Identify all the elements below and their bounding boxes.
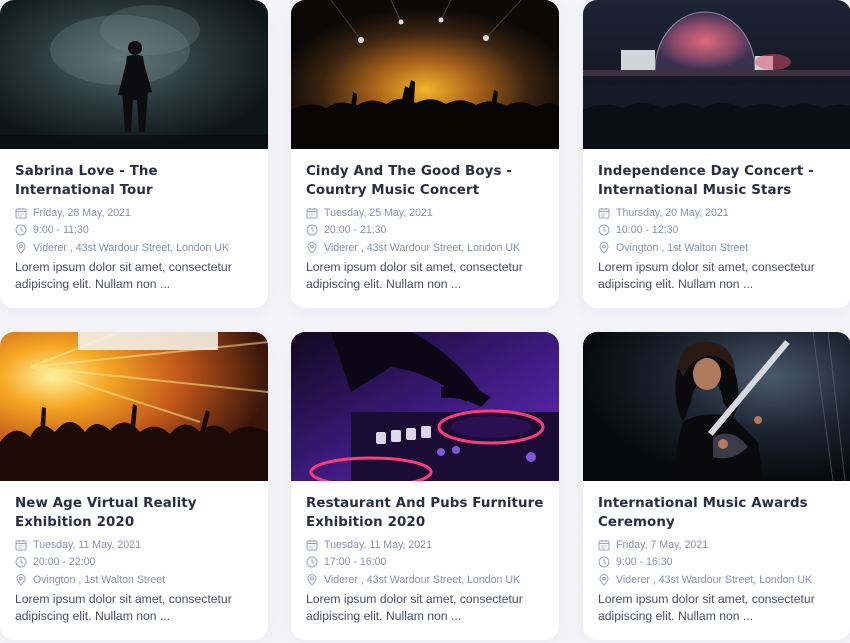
event-location-text: Viderer , 43st Wardour Street, London UK: [324, 241, 521, 254]
event-location-text: Ovington , 1st Walton Street: [33, 573, 166, 586]
map-pin-icon: [306, 573, 318, 586]
event-time: 20:00 - 21:30: [306, 222, 544, 240]
calendar-icon: [598, 539, 610, 551]
event-image[interactable]: [583, 0, 850, 149]
event-date: Tuesday, 11 May, 2021: [15, 536, 253, 554]
event-date-text: Friday, 7 May, 2021: [616, 538, 709, 551]
event-time: 17:00 - 16:00: [306, 554, 544, 572]
event-location: Ovington , 1st Walton Street: [598, 239, 836, 257]
event-time-text: 17:00 - 16:00: [324, 556, 387, 569]
event-card[interactable]: Cindy And The Good Boys - Country Music …: [291, 0, 559, 308]
event-title[interactable]: Sabrina Love - The International Tour: [15, 162, 253, 200]
calendar-icon: [15, 207, 27, 219]
clock-icon: [306, 556, 318, 568]
event-title[interactable]: Restaurant And Pubs Furniture Exhibition…: [306, 494, 544, 532]
map-pin-icon: [15, 573, 27, 586]
event-image[interactable]: [291, 332, 559, 481]
calendar-icon: [598, 207, 610, 219]
event-card[interactable]: Restaurant And Pubs Furniture Exhibition…: [291, 332, 559, 640]
event-image[interactable]: [291, 0, 559, 149]
map-pin-icon: [598, 573, 610, 586]
event-image[interactable]: [0, 332, 268, 481]
event-date: Tuesday, 25 May, 2021: [306, 204, 544, 222]
event-time-text: 9:00 - 16:30: [616, 556, 673, 569]
event-time-text: 20:00 - 21:30: [324, 224, 387, 237]
event-description: Lorem ipsum dolor sit amet, consectetur …: [306, 259, 523, 291]
event-time: 9:00 - 16:30: [598, 554, 836, 572]
event-date: Friday, 28 May, 2021: [15, 204, 253, 222]
event-date-text: Friday, 28 May, 2021: [33, 206, 131, 219]
event-time-text: 9:00 - 11:30: [33, 224, 89, 237]
event-card[interactable]: New Age Virtual Reality Exhibition 2020 …: [0, 332, 268, 640]
event-date-text: Tuesday, 11 May, 2021: [33, 538, 141, 551]
calendar-icon: [15, 539, 27, 551]
event-location-text: Viderer , 43st Wardour Street, London UK: [33, 241, 230, 254]
event-time-text: 20:00 - 22:00: [33, 556, 96, 569]
clock-icon: [598, 224, 610, 236]
calendar-icon: [306, 539, 318, 551]
event-date: Friday, 7 May, 2021: [598, 536, 836, 554]
event-location-text: Viderer , 43st Wardour Street, London UK: [324, 573, 521, 586]
event-date-text: Tuesday, 25 May, 2021: [324, 206, 433, 219]
event-description: Lorem ipsum dolor sit amet, consectetur …: [306, 591, 523, 623]
event-title[interactable]: New Age Virtual Reality Exhibition 2020: [15, 494, 253, 532]
event-time: 9:00 - 11:30: [15, 222, 253, 240]
event-card[interactable]: Sabrina Love - The International Tour Fr…: [0, 0, 268, 308]
event-location-text: Viderer , 43st Wardour Street, London UK: [616, 573, 813, 586]
event-description: Lorem ipsum dolor sit amet, consectetur …: [15, 591, 232, 623]
event-date-text: Tuesday, 11 May, 2021: [324, 538, 432, 551]
clock-icon: [15, 224, 27, 236]
event-location: Viderer , 43st Wardour Street, London UK: [598, 571, 836, 589]
event-card[interactable]: International Music Awards Ceremony Frid…: [583, 332, 850, 640]
event-card[interactable]: Independence Day Concert - International…: [583, 0, 850, 308]
event-time: 10:00 - 12:30: [598, 222, 836, 240]
map-pin-icon: [15, 241, 27, 254]
calendar-icon: [306, 207, 318, 219]
event-image[interactable]: [0, 0, 268, 149]
clock-icon: [15, 556, 27, 568]
map-pin-icon: [306, 241, 318, 254]
event-location: Ovington , 1st Walton Street: [15, 571, 253, 589]
event-date: Thursday, 20 May, 2021: [598, 204, 836, 222]
clock-icon: [306, 224, 318, 236]
event-location: Viderer , 43st Wardour Street, London UK: [15, 239, 253, 257]
event-date-text: Thursday, 20 May, 2021: [616, 206, 729, 219]
event-grid: Sabrina Love - The International Tour Fr…: [0, 0, 850, 643]
event-description: Lorem ipsum dolor sit amet, consectetur …: [15, 259, 232, 291]
event-time-text: 10:00 - 12:30: [616, 224, 679, 237]
event-location-text: Ovington , 1st Walton Street: [616, 241, 749, 254]
event-title[interactable]: Independence Day Concert - International…: [598, 162, 836, 200]
event-location: Viderer , 43st Wardour Street, London UK: [306, 239, 544, 257]
event-time: 20:00 - 22:00: [15, 554, 253, 572]
event-description: Lorem ipsum dolor sit amet, consectetur …: [598, 259, 815, 291]
event-image[interactable]: [583, 332, 850, 481]
event-title[interactable]: International Music Awards Ceremony: [598, 494, 836, 532]
clock-icon: [598, 556, 610, 568]
map-pin-icon: [598, 241, 610, 254]
event-description: Lorem ipsum dolor sit amet, consectetur …: [598, 591, 815, 623]
event-title[interactable]: Cindy And The Good Boys - Country Music …: [306, 162, 544, 200]
event-date: Tuesday, 11 May, 2021: [306, 536, 544, 554]
event-location: Viderer , 43st Wardour Street, London UK: [306, 571, 544, 589]
